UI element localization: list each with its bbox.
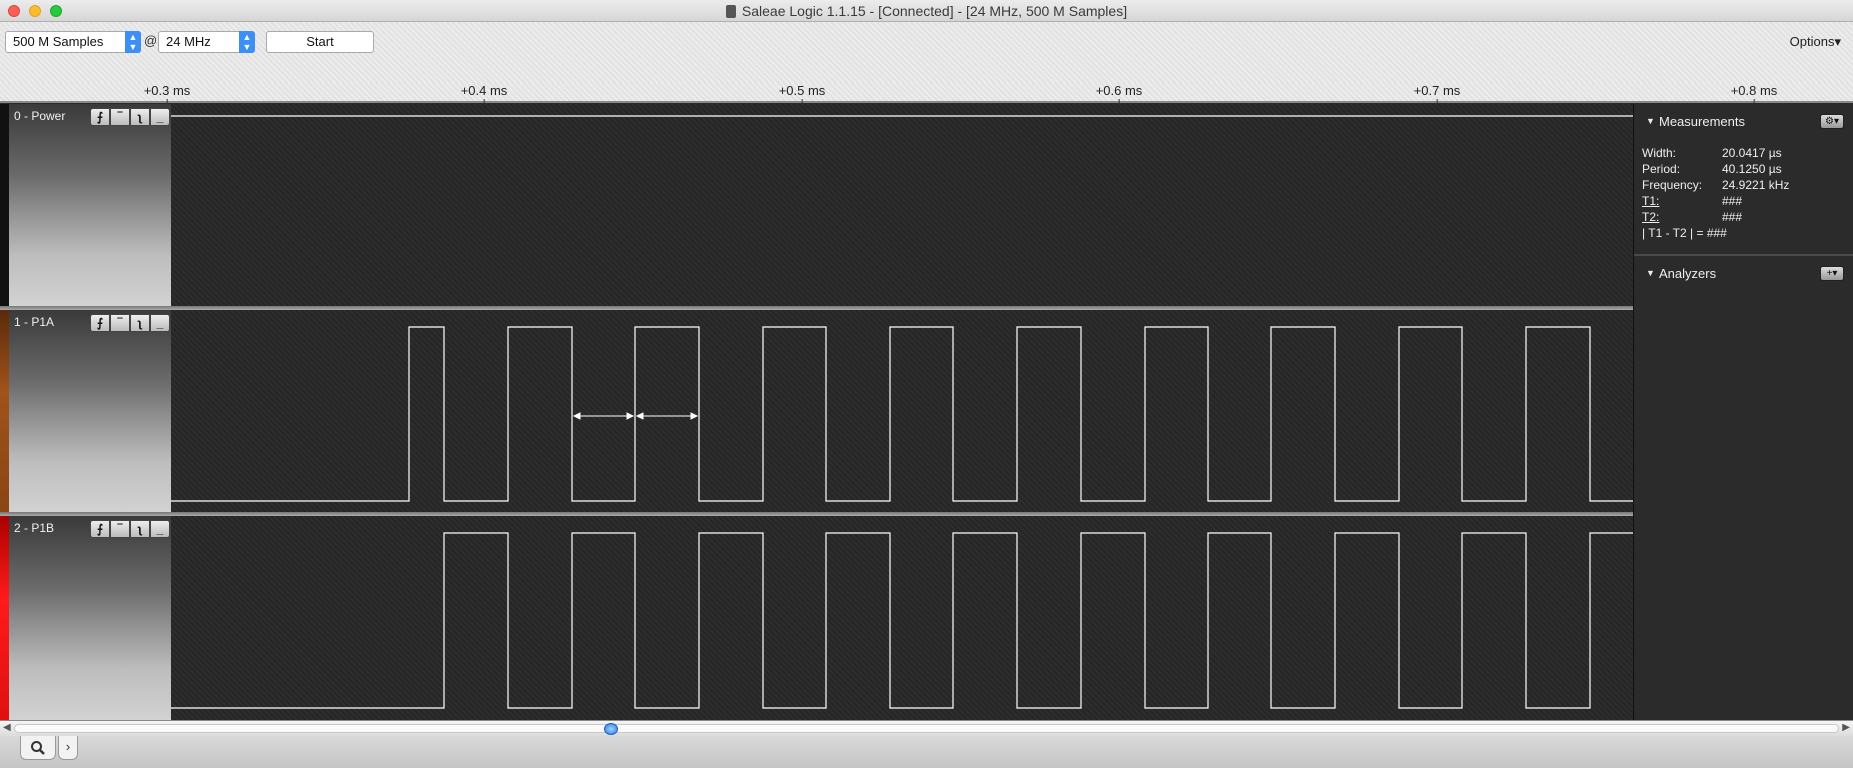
gear-icon[interactable]: ⚙▾ [1820,114,1844,129]
scroll-right-icon[interactable]: ▶ [1842,722,1850,733]
ruler-tick: +0.6 ms [1095,83,1143,104]
title-bar: Saleae Logic 1.1.15 - [Connected] - [24 … [0,0,1853,22]
measurement-row: T1: ### [1642,194,1789,210]
waveform-area[interactable] [171,310,1633,512]
at-label: @ [144,33,158,48]
sample-rate-select[interactable]: 24 MHz ▲ ▼ [158,31,255,53]
channel-area: 0 - Power ⨍ ‾ ʅ _ 1 - P1A ⨍ ‾ ʅ _ 2 - P1… [0,104,1633,720]
channel-label-panel[interactable]: 1 - P1A ⨍ ‾ ʅ _ [0,310,171,512]
search-icon [31,741,45,755]
measurement-key[interactable]: T1: [1642,194,1722,210]
samples-select[interactable]: 500 M Samples ▲ ▼ [5,31,141,53]
horizontal-scrollbar[interactable]: ◀ ▶ [0,720,1853,736]
measurement-value: ### [1706,226,1727,240]
scroll-left-icon[interactable]: ◀ [3,722,11,733]
minimize-window-icon[interactable] [29,5,41,17]
channel-name: 0 - Power [14,109,66,123]
waveform-area[interactable] [171,516,1633,720]
time-ruler[interactable]: +0.3 ms +0.4 ms +0.5 ms +0.6 ms +0.7 ms … [0,83,1853,104]
trigger-low-icon[interactable]: _ [150,314,170,332]
channel-name: 2 - P1B [14,521,55,535]
waveform-trace-power [171,115,1633,117]
ruler-tick: +0.8 ms [1730,83,1778,104]
waveform-area[interactable] [171,104,1633,306]
side-panel: ▼ Measurements ⚙▾ Width: 20.0417 µs Perio… [1633,104,1853,720]
maximize-window-icon[interactable] [50,5,62,17]
channel-0: 0 - Power ⨍ ‾ ʅ _ [0,104,1633,306]
close-window-icon[interactable] [8,5,20,17]
search-tab[interactable] [20,736,56,760]
waveform-trace-p1b [171,532,1633,709]
trigger-rising-edge-icon[interactable]: ⨍ [90,314,110,332]
waveform-trace-p1a [171,326,1633,502]
rate-value: 24 MHz [166,34,211,49]
trigger-rising-edge-icon[interactable]: ⨍ [90,108,110,126]
measurement-key: Frequency: [1642,178,1703,192]
measurement-key[interactable]: T2: [1642,210,1722,226]
trigger-falling-edge-icon[interactable]: ʅ [130,108,150,126]
options-menu[interactable]: Options▾ [1790,34,1841,50]
disclosure-triangle-icon[interactable]: ▼ [1646,268,1655,278]
trigger-high-icon[interactable]: ‾ [110,520,130,538]
analyzers-title: Analyzers [1659,266,1717,281]
measurements-title: Measurements [1659,114,1745,129]
ruler-tick: +0.4 ms [460,83,508,104]
measurement-row: T2: ### [1642,210,1789,226]
measurement-key: | T1 - T2 | = [1642,226,1704,240]
toolbar: 500 M Samples ▲ ▼ @ 24 MHz ▲ ▼ Start Optio… [0,22,1853,83]
updown-icon: ▲ ▼ [239,31,255,53]
ruler-tick: +0.3 ms [143,83,191,104]
channel-name: 1 - P1A [14,315,55,329]
channel-label-panel[interactable]: 0 - Power ⨍ ‾ ʅ _ [0,104,171,306]
trigger-falling-edge-icon[interactable]: ʅ [130,314,150,332]
trigger-high-icon[interactable]: ‾ [110,108,130,126]
panel-divider [1634,254,1853,256]
measurement-value: ### [1722,194,1743,208]
measurement-key: Period: [1642,162,1681,176]
measurement-value: 24.9221 kHz [1722,178,1790,192]
start-button[interactable]: Start [266,31,374,53]
measurement-key: Width: [1642,146,1677,160]
ruler-tick: +0.7 ms [1413,83,1461,104]
channel-color-strip [0,310,9,512]
channel-1: 1 - P1A ⨍ ‾ ʅ _ [0,310,1633,512]
channel-2: 2 - P1B ⨍ ‾ ʅ _ [0,516,1633,720]
measurements-list: Width: 20.0417 µs Period: 40.1250 µs Frequ… [1642,146,1789,242]
channel-color-strip [0,104,9,306]
expand-tab[interactable]: › [58,736,78,760]
add-analyzer-icon[interactable]: +▾ [1820,266,1844,281]
trigger-low-icon[interactable]: _ [150,520,170,538]
trigger-buttons: ⨍ ‾ ʅ _ [90,108,170,126]
ruler-tick: +0.5 ms [778,83,826,104]
trigger-high-icon[interactable]: ‾ [110,314,130,332]
chevron-right-icon: › [65,739,71,754]
samples-value: 500 M Samples [13,34,104,49]
trigger-buttons: ⨍ ‾ ʅ _ [90,314,170,332]
measurement-row: Frequency: 24.9221 kHz [1642,178,1789,194]
bottom-bar: › [0,736,1853,768]
updown-icon: ▲ ▼ [125,31,141,53]
scroll-track[interactable] [14,724,1839,733]
trigger-rising-edge-icon[interactable]: ⨍ [90,520,110,538]
scroll-thumb[interactable] [604,723,618,735]
channel-color-strip [0,516,9,720]
measurement-value: ### [1722,210,1743,224]
disclosure-triangle-icon[interactable]: ▼ [1646,116,1655,126]
window-title: Saleae Logic 1.1.15 - [Connected] - [24 … [741,3,1128,19]
measurement-row: | T1 - T2 | = ### [1642,226,1789,242]
trigger-falling-edge-icon[interactable]: ʅ [130,520,150,538]
measurement-row: Width: 20.0417 µs [1642,146,1789,162]
measurement-value: 40.1250 µs [1722,162,1782,176]
trigger-low-icon[interactable]: _ [150,108,170,126]
analyzers-header[interactable]: ▼ Analyzers +▾ [1634,262,1853,284]
trigger-buttons: ⨍ ‾ ʅ _ [90,520,170,538]
channel-label-panel[interactable]: 2 - P1B ⨍ ‾ ʅ _ [0,516,171,720]
measurements-header[interactable]: ▼ Measurements ⚙▾ [1634,110,1853,132]
measurement-value: 20.0417 µs [1722,146,1782,160]
app-icon [725,5,736,18]
measurement-row: Period: 40.1250 µs [1642,162,1789,178]
